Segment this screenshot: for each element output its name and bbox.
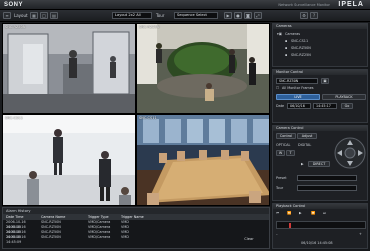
camera-name-label: SNC-RZ25N <box>139 25 160 29</box>
layout-grid-icon[interactable]: ▦ <box>30 12 38 19</box>
preset-select[interactable] <box>297 175 357 181</box>
camera-view-3[interactable]: SNC-CS11 <box>2 114 136 206</box>
live-button[interactable]: LIVE <box>276 94 320 100</box>
camera-view-4[interactable]: SNC-CS11 <box>136 114 270 206</box>
camera-icon: ▪ <box>285 39 288 43</box>
control-panel: Cameras ▾▣ Cameras ▪ SNC-CS11 ▪ SNC-RZ50… <box>271 23 370 251</box>
alarm-history-panel: Alarm History Date Time Camera Name Trig… <box>2 207 270 249</box>
camera-feed-2 <box>137 24 269 113</box>
alarm-history-list: 2006-10-16 14:45:09 SNC-RZ50N VMD/Camera… <box>3 220 235 244</box>
skip-back-icon[interactable]: ⏮ <box>276 211 279 215</box>
date-label: Date <box>276 104 285 108</box>
cameras-pane-title: Cameras <box>273 24 367 29</box>
camera-control-title: Camera Control <box>273 126 367 131</box>
tree-item[interactable]: SNC-RZ25N <box>291 53 311 57</box>
snapshot-icon[interactable]: ◙ <box>244 12 252 19</box>
timeline-playhead[interactable] <box>289 223 291 228</box>
go-button[interactable]: Go <box>341 103 353 109</box>
camera-icon: ▪ <box>285 53 288 57</box>
digital-label: DIGITAL <box>298 143 312 147</box>
playback-control-pane: Playback Control ⏮ ⏪ ▶ ⏩ ⏭ – + 06/10/16 … <box>272 203 368 249</box>
menu-icon[interactable]: ≡ <box>3 12 11 19</box>
tour-select[interactable]: Sequence Select <box>174 12 218 19</box>
camera-feed-3 <box>3 115 135 205</box>
fast-forward-icon[interactable]: ⏩ <box>311 211 315 215</box>
fullscreen-icon[interactable]: ⤢ <box>254 12 262 19</box>
camera-name-label: SNC-RZ50N <box>5 25 26 29</box>
settings-icon[interactable]: ⚙ <box>300 12 308 19</box>
camera-name-label: SNC-CS11 <box>5 116 23 120</box>
tour-label: Tour <box>276 186 284 190</box>
cell-datetime: 2006-10-16 14:45:09 <box>6 235 26 244</box>
preset-label: Preset <box>276 176 287 180</box>
title-bar: SONY Network Surveillance Monitor IPELA <box>0 0 370 10</box>
help-icon[interactable]: ? <box>310 12 318 19</box>
zoom-tele-icon[interactable]: T <box>286 150 295 156</box>
monitor-control-title: Monitor Control <box>273 70 367 75</box>
camera-icon: ▪ <box>285 46 288 50</box>
timeline-bar[interactable] <box>276 221 366 229</box>
zoom-wide-icon[interactable]: W <box>276 150 285 156</box>
camera-grid: SNC-RZ50N SNC-RZ25N SNC-CS11 SNC-CS11 <box>2 23 270 206</box>
rewind-icon[interactable]: ⏪ <box>287 211 291 215</box>
tour-label: Tour <box>156 13 165 18</box>
system-title: Network Surveillance Monitor <box>278 3 330 7</box>
play-icon[interactable]: ▶ <box>299 211 302 215</box>
camera-view-1[interactable]: SNC-RZ50N <box>2 23 136 114</box>
cell-camera: SNC-RZ50N <box>41 235 61 239</box>
direct-button[interactable]: DIRECT <box>308 161 330 167</box>
record-icon[interactable]: ● <box>234 12 242 19</box>
direct-arrow-icon: ▶ <box>301 162 304 166</box>
ptz-direction-pad[interactable] <box>333 136 367 170</box>
tree-root-label[interactable]: Cameras <box>285 32 300 36</box>
layout-label: Layout <box>14 13 28 18</box>
cameras-pane: Cameras ▾▣ Cameras ▪ SNC-CS11 ▪ SNC-RZ50… <box>272 23 368 67</box>
layout-quad-icon[interactable]: ▤ <box>50 12 58 19</box>
checkbox-icon[interactable]: ☐ <box>276 86 279 90</box>
lock-icon[interactable]: ▣ <box>321 78 329 84</box>
monitor-camera-field[interactable]: SNC-RZ50N <box>276 78 318 84</box>
time-field[interactable]: 14:45:17 <box>313 103 337 109</box>
brand-logo: SONY <box>4 2 24 8</box>
layout-select[interactable]: Layout 2x2 All <box>112 12 152 19</box>
camera-control-pane: Camera Control Control Adjust OPTICAL DI… <box>272 125 368 201</box>
camera-feed-1 <box>3 24 135 113</box>
playback-time: 06/10/16 14:45:08 <box>301 241 333 245</box>
tour-select[interactable] <box>297 185 357 191</box>
tree-item[interactable]: SNC-RZ50N <box>291 46 311 50</box>
folder-icon: ▾▣ <box>277 32 282 36</box>
playback-button[interactable]: PLAYBACK <box>322 94 366 100</box>
optical-label: OPTICAL <box>276 143 291 147</box>
all-monitor-frames-label: All Monitor Frames <box>282 86 314 90</box>
tab-control[interactable]: Control <box>276 133 296 139</box>
camera-name-label: SNC-CS11 <box>139 116 157 120</box>
table-row[interactable]: 2006-10-16 14:45:09 SNC-RZ50N VMD/Camera… <box>3 235 235 244</box>
cell-trigger-type: VMD/Camera <box>88 235 111 239</box>
clear-button[interactable]: Clear <box>239 236 259 242</box>
camera-view-2[interactable]: SNC-RZ25N <box>136 23 270 114</box>
skip-forward-icon[interactable]: ⏭ <box>323 211 326 215</box>
zoom-out-icon[interactable]: – <box>276 232 278 236</box>
tab-adjust[interactable]: Adjust <box>297 133 317 139</box>
product-logo: IPELA <box>338 1 364 8</box>
playback-control-title: Playback Control <box>273 204 367 209</box>
monitor-control-pane: Monitor Control SNC-RZ50N ▣ ☐ All Monito… <box>272 69 368 123</box>
cell-trigger-name: VMD <box>121 235 129 239</box>
camera-feed-4 <box>137 115 269 205</box>
date-field[interactable]: 06/10/16 <box>287 103 311 109</box>
toolbar: ≡ Layout ▦ □ ▤ Layout 2x2 All Tour Seque… <box>0 10 370 22</box>
zoom-in-icon[interactable]: + <box>359 232 362 236</box>
tree-item[interactable]: SNC-CS11 <box>291 39 308 43</box>
play-icon[interactable]: ▶ <box>224 12 232 19</box>
layout-single-icon[interactable]: □ <box>40 12 48 19</box>
